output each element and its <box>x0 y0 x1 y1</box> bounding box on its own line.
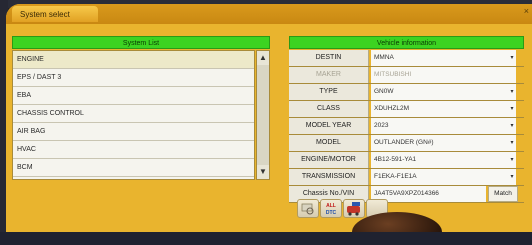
dropdown-arrow-icon: ▾ <box>510 89 514 95</box>
class-value: XDUHZL2M <box>374 105 410 112</box>
model-label: MODEL <box>289 135 369 151</box>
vehicle-row-class: CLASS XDUHZL2M ▾ <box>289 101 524 118</box>
class-label: CLASS <box>289 101 369 117</box>
list-item-hvac[interactable]: HVAC <box>13 141 254 159</box>
model-select[interactable]: OUTLANDER (GN#) ▾ <box>371 135 516 151</box>
maker-label: MAKER <box>289 67 369 83</box>
destin-label: DESTIN <box>289 50 369 66</box>
search-button[interactable] <box>297 199 319 218</box>
vehicle-row-destin: DESTIN MMNA ▾ <box>289 50 524 67</box>
title-bar: System select × <box>6 4 532 24</box>
vehicle-info-header: Vehicle information <box>289 36 524 49</box>
type-value: GN0W <box>374 88 394 95</box>
dropdown-arrow-icon: ▾ <box>510 140 514 146</box>
system-list-header: System List <box>12 36 270 49</box>
match-button[interactable]: Match <box>488 186 518 202</box>
scroll-up-icon[interactable]: ▲ <box>257 51 269 65</box>
vehicle-row-model-year: MODEL YEAR 2023 ▾ <box>289 118 524 135</box>
vehicle-tool-icon <box>347 202 360 216</box>
transmission-label: TRANSMISSION <box>289 169 369 185</box>
vehicle-info-table: DESTIN MMNA ▾ MAKER MITSUBISHI TYPE GN0W ▾… <box>289 50 524 203</box>
transmission-select[interactable]: F1EKA-F1E1A ▾ <box>371 169 516 185</box>
model-year-value: 2023 <box>374 122 389 129</box>
window-title-tab: System select <box>12 6 98 22</box>
engine-motor-label: ENGINE/MOTOR <box>289 152 369 168</box>
vehicle-row-transmission: TRANSMISSION F1EKA-F1E1A ▾ <box>289 169 524 186</box>
list-item-eps[interactable]: EPS / DAST 3 <box>13 69 254 87</box>
vehicle-tool-button[interactable] <box>343 199 365 218</box>
vehicle-row-model: MODEL OUTLANDER (GN#) ▾ <box>289 135 524 152</box>
system-list-scrollbar[interactable]: ▲ ▼ <box>256 50 270 180</box>
search-icon <box>301 203 314 215</box>
vehicle-row-engine-motor: ENGINE/MOTOR 4B12-591-YA1 ▾ <box>289 152 524 169</box>
class-select[interactable]: XDUHZL2M ▾ <box>371 101 516 117</box>
all-dtc-label-top: ALL <box>326 203 336 209</box>
engine-motor-select[interactable]: 4B12-591-YA1 ▾ <box>371 152 516 168</box>
system-list: ENGINE EPS / DAST 3 EBA CHASSIS CONTROL … <box>12 50 255 180</box>
type-select[interactable]: GN0W ▾ <box>371 84 516 100</box>
type-label: TYPE <box>289 84 369 100</box>
list-item-engine[interactable]: ENGINE <box>13 51 254 69</box>
maker-value: MITSUBISHI <box>374 71 412 78</box>
maker-select: MITSUBISHI <box>371 67 516 83</box>
engine-motor-value: 4B12-591-YA1 <box>374 156 417 163</box>
all-dtc-label-bottom: DTC <box>325 210 337 216</box>
dropdown-arrow-icon: ▾ <box>510 157 514 163</box>
transmission-value: F1EKA-F1E1A <box>374 173 417 180</box>
dropdown-arrow-icon: ▾ <box>510 174 514 180</box>
list-item-air-bag[interactable]: AIR BAG <box>13 123 254 141</box>
vin-field[interactable]: JA4T5VA9XPZ014366 <box>371 186 486 202</box>
list-item-chassis-control[interactable]: CHASSIS CONTROL <box>13 105 254 123</box>
dropdown-arrow-icon: ▾ <box>510 123 514 129</box>
close-icon[interactable]: × <box>524 6 529 16</box>
scroll-down-icon[interactable]: ▼ <box>257 165 269 179</box>
window-title: System select <box>20 10 70 19</box>
destin-value: MMNA <box>374 54 394 61</box>
list-item-bcm[interactable]: BCM <box>13 159 254 177</box>
screen-bezel-bottom <box>0 232 532 245</box>
all-dtc-button[interactable]: ALL DTC <box>320 199 342 218</box>
vehicle-row-maker: MAKER MITSUBISHI <box>289 67 524 84</box>
model-year-label: MODEL YEAR <box>289 118 369 134</box>
destin-select[interactable]: MMNA ▾ <box>371 50 516 66</box>
list-item-eba[interactable]: EBA <box>13 87 254 105</box>
vehicle-row-type: TYPE GN0W ▾ <box>289 84 524 101</box>
model-value: OUTLANDER (GN#) <box>374 139 434 146</box>
dropdown-arrow-icon: ▾ <box>510 106 514 112</box>
model-year-select[interactable]: 2023 ▾ <box>371 118 516 134</box>
dropdown-arrow-icon: ▾ <box>510 55 514 61</box>
